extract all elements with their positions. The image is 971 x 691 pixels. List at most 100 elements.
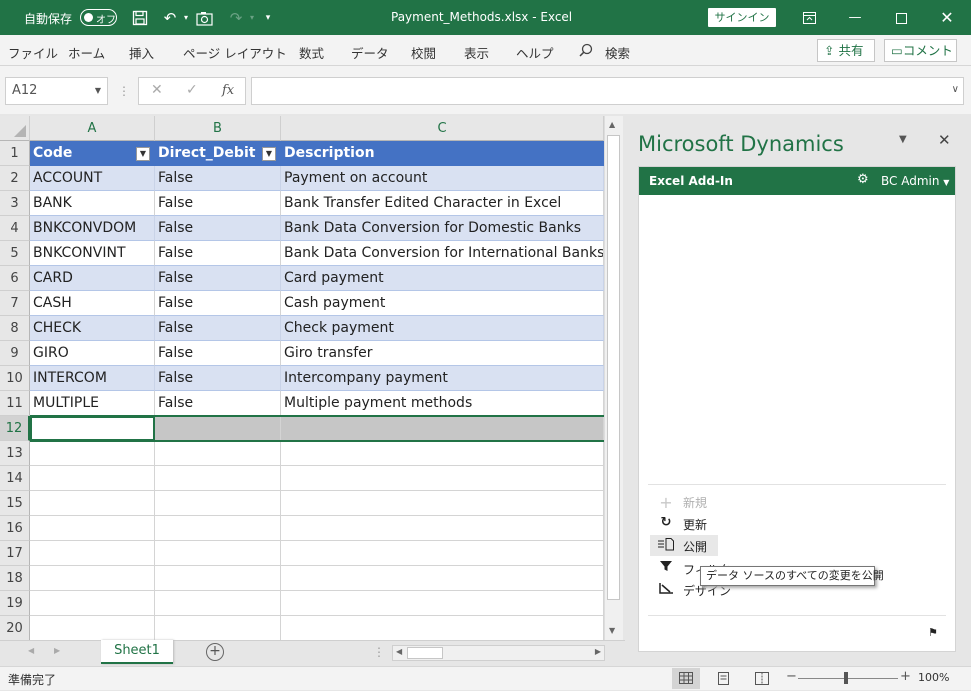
table-cell[interactable]: CASH	[30, 291, 155, 316]
column-header-a[interactable]: A	[30, 116, 155, 141]
table-cell[interactable]: Card payment	[281, 266, 604, 291]
tab-file[interactable]: ファイル	[8, 43, 58, 62]
table-cell[interactable]: BANK	[30, 191, 155, 216]
select-all-corner[interactable]	[0, 116, 30, 141]
table-cell[interactable]: CHECK	[30, 316, 155, 341]
row-header[interactable]: 8	[0, 316, 30, 341]
row-header[interactable]: 18	[0, 566, 30, 591]
scroll-left-icon[interactable]: ◀	[396, 647, 402, 656]
empty-cell[interactable]	[155, 491, 281, 516]
table-cell[interactable]: GIRO	[30, 341, 155, 366]
tab-page-layout[interactable]: ページ レイアウト	[183, 43, 287, 62]
empty-cell[interactable]	[281, 491, 604, 516]
empty-cell[interactable]	[281, 516, 604, 541]
row-header[interactable]: 16	[0, 516, 30, 541]
camera-icon[interactable]	[194, 8, 214, 28]
empty-cell[interactable]	[30, 466, 155, 491]
empty-cell[interactable]	[155, 516, 281, 541]
expand-formula-icon[interactable]: ∨	[952, 84, 959, 95]
table-cell[interactable]: Bank Transfer Edited Character in Excel	[281, 191, 604, 216]
scroll-down-icon[interactable]: ▼	[609, 626, 615, 635]
table-cell[interactable]: Payment on account	[281, 166, 604, 191]
row-header[interactable]: 14	[0, 466, 30, 491]
name-box[interactable]: A12 ▼	[5, 77, 108, 105]
empty-cell[interactable]	[155, 466, 281, 491]
tab-split-grip-icon[interactable]: ⋮	[373, 645, 385, 659]
empty-cell[interactable]	[30, 566, 155, 591]
search-icon[interactable]	[579, 43, 593, 60]
row-header[interactable]: 15	[0, 491, 30, 516]
table-cell[interactable]: False	[155, 266, 281, 291]
customize-qat-icon[interactable]: ▾	[258, 8, 278, 28]
add-sheet-icon[interactable]: +	[206, 643, 224, 661]
empty-cell[interactable]	[30, 441, 155, 466]
table-cell[interactable]: False	[155, 316, 281, 341]
filter-dropdown-icon[interactable]: ▼	[262, 147, 276, 161]
empty-cell[interactable]	[30, 591, 155, 616]
formula-input[interactable]: ∨	[251, 77, 964, 105]
column-header-b[interactable]: B	[155, 116, 281, 141]
row-header[interactable]: 20	[0, 616, 30, 640]
table-header-cell[interactable]: Code ▼	[30, 141, 155, 166]
filter-dropdown-icon[interactable]: ▼	[136, 147, 150, 161]
empty-cell[interactable]	[281, 591, 604, 616]
pane-options-icon[interactable]: ▼	[899, 134, 907, 145]
row-header[interactable]: 4	[0, 216, 30, 241]
scroll-right-icon[interactable]: ▶	[595, 647, 601, 656]
empty-cell[interactable]	[281, 441, 604, 466]
empty-cell[interactable]	[155, 616, 281, 640]
vertical-scroll-thumb[interactable]	[607, 135, 620, 600]
refresh-icon[interactable]: ↻	[656, 515, 676, 530]
signin-button[interactable]: サインイン	[708, 8, 776, 27]
table-cell[interactable]: False	[155, 216, 281, 241]
table-cell[interactable]: INTERCOM	[30, 366, 155, 391]
tab-formulas[interactable]: 数式	[299, 43, 324, 62]
scroll-up-icon[interactable]: ▲	[609, 120, 615, 129]
feedback-flag-icon[interactable]: ⚑	[928, 626, 938, 639]
horizontal-scrollbar[interactable]: ◀ ▶	[392, 645, 605, 661]
cancel-icon[interactable]: ✕	[151, 82, 163, 98]
comment-button[interactable]: ▭コメント	[884, 39, 957, 62]
row-header[interactable]: 17	[0, 541, 30, 566]
empty-cell[interactable]	[281, 466, 604, 491]
table-cell[interactable]: BNKCONVINT	[30, 241, 155, 266]
table-cell[interactable]: Giro transfer	[281, 341, 604, 366]
zoom-in-icon[interactable]: +	[900, 669, 911, 684]
row-header[interactable]: 2	[0, 166, 30, 191]
row-header[interactable]: 10	[0, 366, 30, 391]
prev-sheet-icon[interactable]: ◀	[28, 646, 34, 655]
tab-help[interactable]: ヘルプ	[516, 43, 554, 62]
insert-function-icon[interactable]: fx	[222, 83, 234, 98]
zoom-slider-thumb[interactable]	[844, 672, 848, 684]
page-break-view-icon[interactable]	[755, 672, 769, 688]
user-menu[interactable]: BC Admin ▼	[881, 174, 949, 188]
table-cell[interactable]: False	[155, 166, 281, 191]
table-header-cell[interactable]: Description	[281, 141, 604, 166]
empty-cell[interactable]	[281, 566, 604, 591]
tab-insert[interactable]: 挿入	[129, 43, 154, 62]
table-cell[interactable]: MULTIPLE	[30, 391, 155, 416]
table-cell[interactable]: Check payment	[281, 316, 604, 341]
table-cell[interactable]: Multiple payment methods	[281, 391, 604, 416]
row-header[interactable]: 11	[0, 391, 30, 416]
column-header-c[interactable]: C	[281, 116, 604, 141]
table-cell[interactable]: False	[155, 341, 281, 366]
empty-cell[interactable]	[281, 541, 604, 566]
row-header[interactable]: 3	[0, 191, 30, 216]
table-cell[interactable]: False	[155, 291, 281, 316]
row-header[interactable]: 7	[0, 291, 30, 316]
empty-cell[interactable]	[155, 566, 281, 591]
table-cell[interactable]: False	[155, 191, 281, 216]
table-cell[interactable]: False	[155, 391, 281, 416]
settings-gear-icon[interactable]: ⚙	[857, 172, 869, 187]
name-box-dropdown-icon[interactable]: ▼	[95, 84, 101, 98]
filter-icon[interactable]	[656, 560, 676, 576]
table-cell[interactable]: False	[155, 241, 281, 266]
empty-cell[interactable]	[155, 591, 281, 616]
empty-cell[interactable]	[30, 491, 155, 516]
row-header[interactable]: 1	[0, 141, 30, 166]
tab-home[interactable]: ホーム	[68, 43, 105, 62]
undo-dropdown-icon[interactable]: ▾	[176, 8, 196, 28]
worksheet-grid[interactable]: A B C 1 Code ▼ Direct_Debit ▼ Description 2 ACC…	[0, 116, 604, 640]
action-refresh[interactable]: 更新	[683, 516, 707, 533]
